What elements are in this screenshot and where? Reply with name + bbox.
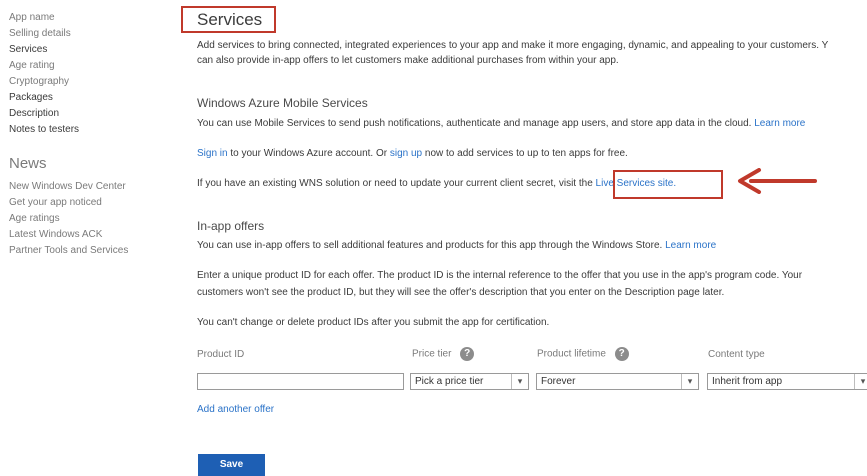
annotation-arrow-icon (738, 168, 817, 194)
product-lifetime-select[interactable]: Forever ▾ (536, 373, 699, 390)
price-tier-label-group: Price tier ? (412, 347, 475, 361)
page-title: Services (197, 10, 263, 29)
price-tier-label: Price tier (412, 348, 452, 360)
news-link-app-noticed[interactable]: Get your app noticed (9, 195, 102, 211)
live-services-annotation-box (613, 170, 723, 199)
product-lifetime-value: Forever (541, 376, 576, 387)
content-type-label: Content type (708, 349, 765, 360)
sidebar-item-description[interactable]: Description (9, 106, 59, 122)
sidebar-item-notes-to-testers[interactable]: Notes to testers (9, 122, 79, 138)
inapp-desc: You can use in-app offers to sell additi… (197, 238, 716, 253)
azure-learn-more-link[interactable]: Learn more (754, 118, 805, 129)
product-id-label: Product ID (197, 349, 245, 360)
sidebar-item-age-rating[interactable]: Age rating (9, 58, 55, 74)
inapp-desc-text: You can use in-app offers to sell additi… (197, 240, 663, 251)
news-link-windows-ack[interactable]: Latest Windows ACK (9, 227, 102, 243)
product-id-input[interactable] (197, 373, 404, 390)
intro-text-line1: Add services to bring connected, integra… (197, 40, 829, 51)
news-link-dev-center[interactable]: New Windows Dev Center (9, 179, 126, 195)
content-type-value: Inherit from app (712, 376, 783, 387)
news-link-age-ratings[interactable]: Age ratings (9, 211, 60, 227)
product-lifetime-label: Product lifetime (537, 348, 606, 360)
intro-text-line2: can also provide in-app offers to let cu… (197, 55, 619, 66)
news-heading: News (9, 155, 47, 172)
add-another-offer-link[interactable]: Add another offer (197, 402, 274, 417)
news-link-partner-tools[interactable]: Partner Tools and Services (9, 243, 128, 259)
sign-up-link[interactable]: sign up (390, 148, 422, 159)
chevron-down-icon[interactable]: ▾ (681, 374, 698, 389)
azure-desc-text: You can use Mobile Services to send push… (197, 118, 752, 129)
price-tier-help-icon[interactable]: ? (460, 347, 475, 361)
product-id-info-line1: Enter a unique product ID for each offer… (197, 270, 803, 281)
wns-line: If you have an existing WNS solution or … (197, 176, 676, 191)
azure-desc: You can use Mobile Services to send push… (197, 116, 805, 131)
inapp-learn-more-link[interactable]: Learn more (665, 240, 716, 251)
product-lifetime-help-icon[interactable]: ? (614, 347, 629, 361)
sidebar-item-cryptography[interactable]: Cryptography (9, 74, 69, 90)
sidebar-item-app-name[interactable]: App name (9, 10, 55, 26)
signin-tail-text: now to add services to up to ten apps fo… (424, 148, 628, 159)
product-id-info-line2: customers won't see the product ID, but … (197, 287, 725, 298)
azure-heading: Windows Azure Mobile Services (197, 96, 368, 110)
sign-in-link[interactable]: Sign in (197, 148, 228, 159)
product-id-warning: You can't change or delete product IDs a… (197, 317, 550, 328)
content-type-select[interactable]: Inherit from app ▾ (707, 373, 867, 390)
wns-text: If you have an existing WNS solution or … (197, 178, 593, 189)
sidebar-item-selling-details[interactable]: Selling details (9, 26, 71, 42)
sidebar-item-services[interactable]: Services (9, 42, 47, 58)
signin-mid-text: to your Windows Azure account. Or (230, 148, 388, 159)
inapp-heading: In-app offers (197, 219, 265, 233)
signin-line: Sign in to your Windows Azure account. O… (197, 146, 628, 161)
chevron-down-icon[interactable]: ▾ (854, 374, 867, 389)
lifetime-label-group: Product lifetime ? (537, 347, 629, 361)
price-tier-value: Pick a price tier (415, 376, 484, 387)
sidebar-item-packages[interactable]: Packages (9, 90, 53, 106)
chevron-down-icon[interactable]: ▾ (511, 374, 528, 389)
price-tier-select[interactable]: Pick a price tier ▾ (410, 373, 529, 390)
